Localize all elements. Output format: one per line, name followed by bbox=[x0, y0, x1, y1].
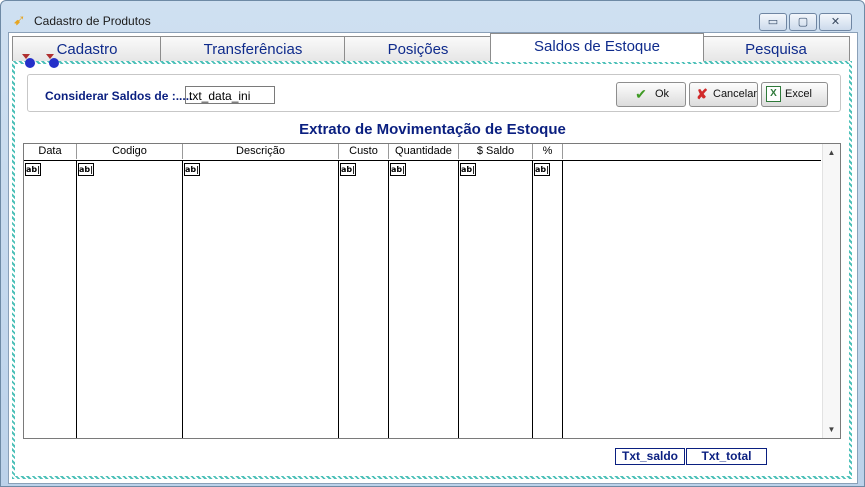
report-title: Extrato de Movimentação de Estoque bbox=[299, 121, 566, 138]
grand-total-field: Txt_total bbox=[686, 448, 767, 465]
text-field-icon: ab| bbox=[534, 163, 550, 176]
minimize-button[interactable]: ▭ bbox=[759, 13, 787, 31]
tab-cadastro-label: Cadastro bbox=[56, 41, 118, 58]
date-input[interactable]: txt_data_ini bbox=[185, 86, 275, 104]
title-bar: ➹ Cadastro de Produtos ▭ ▢ ✕ bbox=[1, 1, 864, 31]
text-field-icon: ab| bbox=[25, 163, 41, 176]
column-divider bbox=[458, 160, 459, 438]
tab-saldos-de-estoque[interactable]: Saldos de Estoque bbox=[490, 33, 704, 62]
ok-label: Ok bbox=[655, 88, 670, 100]
column-divider bbox=[182, 160, 183, 438]
column-header-saldo[interactable]: $ Saldo bbox=[459, 144, 533, 159]
grid-header: Data Codigo Descrição Custo Quantidade $… bbox=[24, 144, 821, 161]
column-divider bbox=[76, 160, 77, 438]
text-field-icon: ab| bbox=[390, 163, 406, 176]
tab-posicoes-label: Posições bbox=[387, 41, 449, 58]
column-header-quantidade[interactable]: Quantidade bbox=[389, 144, 459, 159]
tab-transferencias[interactable]: Transferências bbox=[160, 36, 346, 61]
column-header-percent[interactable]: % bbox=[533, 144, 563, 159]
cancel-label: Cancelar bbox=[713, 88, 758, 100]
scroll-up-icon[interactable]: ▲ bbox=[823, 148, 840, 157]
column-header-descricao[interactable]: Descrição bbox=[183, 144, 339, 159]
tab-saldos-label: Saldos de Estoque bbox=[534, 38, 660, 55]
ok-button[interactable]: ✔ Ok bbox=[616, 82, 686, 107]
column-divider bbox=[388, 160, 389, 438]
filter-label: Considerar Saldos de :..... bbox=[45, 89, 193, 103]
excel-button[interactable]: X Excel bbox=[761, 82, 828, 107]
tab-pesquisa-label: Pesquisa bbox=[745, 41, 807, 58]
text-field-icon: ab| bbox=[184, 163, 200, 176]
saldo-total-field: Txt_saldo bbox=[615, 448, 685, 465]
text-field-icon: ab| bbox=[460, 163, 476, 176]
maximize-button[interactable]: ▢ bbox=[789, 13, 817, 31]
close-button[interactable]: ✕ bbox=[819, 13, 852, 31]
tab-transferencias-label: Transferências bbox=[203, 41, 303, 58]
column-header-codigo[interactable]: Codigo bbox=[77, 144, 183, 159]
vertical-scrollbar[interactable]: ▲ ▼ bbox=[822, 144, 840, 438]
app-icon: ➹ bbox=[13, 12, 26, 29]
text-field-icon: ab| bbox=[78, 163, 94, 176]
window-title: Cadastro de Produtos bbox=[34, 14, 151, 28]
report-grid[interactable]: Data Codigo Descrição Custo Quantidade $… bbox=[23, 143, 841, 439]
tab-bar: Cadastro Transferências Posições Saldos … bbox=[8, 33, 854, 62]
tab-pesquisa[interactable]: Pesquisa bbox=[702, 36, 850, 61]
scroll-down-icon[interactable]: ▼ bbox=[823, 425, 840, 434]
column-header-data[interactable]: Data bbox=[24, 144, 77, 159]
tab-posicoes[interactable]: Posições bbox=[344, 36, 492, 61]
text-field-icon: ab| bbox=[340, 163, 356, 176]
checkmark-icon: ✔ bbox=[635, 86, 647, 102]
column-divider bbox=[562, 160, 563, 438]
column-header-custo[interactable]: Custo bbox=[339, 144, 389, 159]
column-divider bbox=[338, 160, 339, 438]
connector-dot-icon bbox=[46, 54, 59, 68]
column-divider bbox=[532, 160, 533, 438]
excel-label: Excel bbox=[785, 88, 812, 100]
connector-icon bbox=[22, 54, 62, 70]
excel-icon: X bbox=[766, 86, 781, 102]
connector-dot-icon bbox=[22, 54, 35, 68]
cancel-button[interactable]: ✘ Cancelar bbox=[689, 82, 758, 107]
cancel-x-icon: ✘ bbox=[696, 86, 708, 102]
